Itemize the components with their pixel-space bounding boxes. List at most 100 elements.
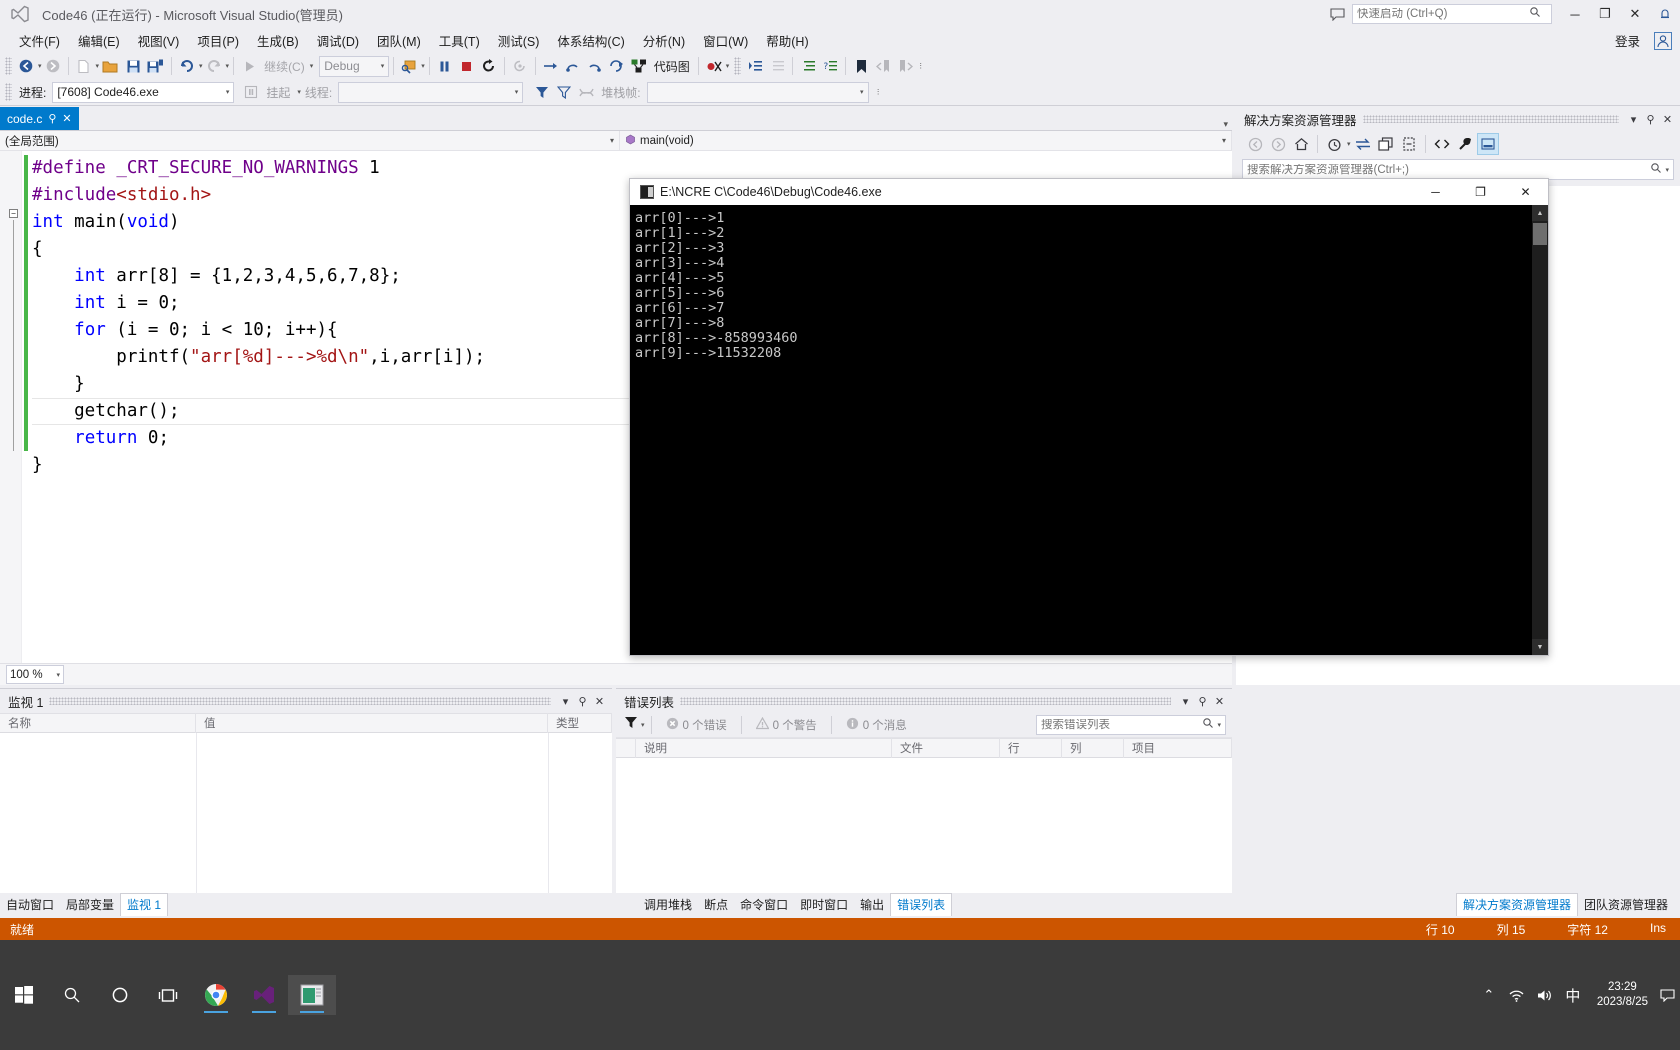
break-all-button[interactable] — [434, 55, 456, 77]
toolbar-grip-2[interactable] — [734, 57, 742, 75]
toggle-breakpoint-icon[interactable] — [703, 55, 725, 77]
restart-button[interactable] — [478, 55, 500, 77]
increase-indent-icon[interactable] — [744, 55, 766, 77]
menu-architecture[interactable]: 体系结构(C) — [548, 28, 633, 53]
tab-error-list[interactable]: 错误列表 — [890, 892, 953, 916]
stop-debugging-button[interactable] — [456, 55, 478, 77]
continue-dropdown-icon[interactable]: ▾ — [310, 62, 314, 70]
collapse-fold-icon[interactable]: − — [9, 209, 18, 218]
code-map-button[interactable]: 代码图 — [650, 55, 694, 77]
suspend-label[interactable]: 挂起 — [266, 84, 290, 101]
se-show-all-files-icon[interactable] — [1431, 133, 1453, 155]
stackframe-combo[interactable]: ▾ — [646, 81, 869, 103]
console-scroll-down-icon[interactable]: ▼ — [1532, 639, 1548, 655]
debug-toolbar-grip[interactable] — [5, 83, 12, 101]
minimize-button[interactable]: ─ — [1560, 0, 1590, 28]
quick-find-icon[interactable]: ? — [819, 55, 841, 77]
step-out-icon[interactable] — [584, 55, 606, 77]
error-column-project[interactable]: 项目 — [1124, 738, 1232, 758]
chrome-icon[interactable] — [192, 975, 240, 1015]
warning-count-item[interactable]: 0 个警告 — [748, 716, 825, 733]
menu-file[interactable]: 文件(F) — [10, 28, 69, 53]
format-document-icon[interactable] — [797, 55, 819, 77]
code-map-icon[interactable] — [628, 55, 650, 77]
save-button[interactable] — [122, 55, 144, 77]
error-column-line[interactable]: 行 — [1000, 738, 1062, 758]
attach-to-process-button[interactable] — [398, 55, 420, 77]
se-refresh-icon[interactable] — [1375, 133, 1397, 155]
tab-immediate-window[interactable]: 即时窗口 — [794, 893, 854, 916]
show-hidden-icons-chevron[interactable]: ⌃ — [1475, 975, 1503, 1015]
restore-button[interactable]: ❐ — [1590, 0, 1620, 28]
close-icon[interactable]: ✕ — [62, 112, 71, 125]
watch-pin-icon[interactable]: ⚲ — [574, 691, 591, 711]
error-column-file[interactable]: 文件 — [892, 738, 1000, 758]
toolbar-grip[interactable] — [5, 57, 12, 75]
console-minimize-button[interactable]: ─ — [1413, 179, 1458, 205]
tab-command-window[interactable]: 命令窗口 — [734, 893, 794, 916]
console-window[interactable]: E:\NCRE C\Code46\Debug\Code46.exe ─ ❐ ✕ … — [629, 178, 1549, 656]
error-close-icon[interactable]: ✕ — [1211, 691, 1228, 711]
step-back-icon[interactable] — [606, 55, 628, 77]
panel-close-icon[interactable]: ✕ — [1659, 109, 1676, 129]
error-grid-body[interactable] — [616, 758, 1232, 893]
solution-configuration-combo[interactable]: Debug ▾ — [319, 55, 390, 77]
task-view-icon[interactable] — [144, 975, 192, 1015]
menu-build[interactable]: 生成(B) — [248, 28, 308, 53]
filter-dropdown-icon[interactable]: ▾ — [641, 721, 645, 729]
console-scroll-up-icon[interactable]: ▲ — [1532, 205, 1548, 221]
se-home-icon[interactable] — [1290, 133, 1312, 155]
error-list-search-box[interactable]: ▾ — [1036, 715, 1226, 735]
close-button[interactable]: ✕ — [1620, 0, 1650, 28]
menu-team[interactable]: 团队(M) — [368, 28, 430, 53]
watch-column-value[interactable]: 值 — [196, 713, 548, 733]
console-body[interactable]: arr[0]--->1 arr[1]--->2 arr[2]--->3 arr[… — [630, 205, 1548, 655]
suspend-dropdown-icon[interactable]: ▾ — [297, 88, 301, 96]
se-sync-icon[interactable] — [1352, 133, 1374, 155]
menu-test[interactable]: 测试(S) — [489, 28, 549, 53]
speaker-icon[interactable] — [1531, 975, 1559, 1015]
thread-combo[interactable]: ▾ — [338, 81, 524, 103]
console-scrollbar-thumb[interactable] — [1533, 223, 1547, 245]
watch-column-name[interactable]: 名称 — [0, 713, 196, 733]
console-close-button[interactable]: ✕ — [1503, 179, 1548, 205]
step-over-icon[interactable] — [562, 55, 584, 77]
search-options-icon[interactable]: ▾ — [1665, 166, 1669, 174]
se-properties-icon[interactable] — [1454, 133, 1476, 155]
quick-launch-box[interactable] — [1352, 4, 1552, 24]
solution-explorer-search-box[interactable]: ▾ — [1242, 159, 1674, 180]
quick-launch-input[interactable] — [1357, 8, 1529, 20]
menu-help[interactable]: 帮助(H) — [757, 28, 817, 53]
watch-close-icon[interactable]: ✕ — [591, 691, 608, 711]
toolbar-overflow-icon[interactable]: ⋮ — [917, 62, 924, 70]
open-file-button[interactable] — [99, 55, 122, 77]
notification-bell-icon[interactable] — [1650, 0, 1680, 28]
menu-tools[interactable]: 工具(T) — [430, 28, 489, 53]
error-dropdown-icon[interactable]: ▾ — [1177, 691, 1194, 711]
feedback-icon[interactable] — [1322, 0, 1352, 28]
filter-icon[interactable] — [624, 716, 638, 734]
tab-team-explorer[interactable]: 团队资源管理器 — [1578, 893, 1674, 916]
debug-toolbar-overflow-icon[interactable]: ⋮ — [875, 88, 882, 96]
solution-explorer-search-input[interactable] — [1247, 163, 1651, 176]
search-options-icon[interactable]: ▾ — [1217, 721, 1221, 729]
navigate-backward-button[interactable] — [15, 55, 37, 77]
watch-grid-body[interactable] — [0, 733, 612, 893]
error-column-description[interactable]: 说明 — [636, 738, 892, 758]
tab-solution-explorer[interactable]: 解决方案资源管理器 — [1455, 892, 1578, 916]
tab-call-stack[interactable]: 调用堆栈 — [638, 893, 698, 916]
menu-project[interactable]: 项目(P) — [188, 28, 248, 53]
watch-column-type[interactable]: 类型 — [548, 713, 612, 733]
error-pin-icon[interactable]: ⚲ — [1194, 691, 1211, 711]
sign-in-link[interactable]: 登录 — [1615, 31, 1654, 50]
se-pending-dropdown-icon[interactable]: ▾ — [1347, 140, 1351, 148]
tab-output[interactable]: 输出 — [854, 893, 890, 916]
breakpoint-dropdown-icon[interactable]: ▾ — [726, 62, 730, 70]
se-preview-selected-items-icon[interactable] — [1476, 133, 1499, 155]
menu-view[interactable]: 视图(V) — [129, 28, 189, 53]
visual-studio-icon[interactable] — [240, 975, 288, 1015]
cortana-icon[interactable] — [96, 975, 144, 1015]
continue-button[interactable]: 继续(C) — [260, 55, 309, 77]
tabstrip-dropdown-icon[interactable]: ▾ — [1223, 119, 1232, 130]
member-combo[interactable]: main(void) ▾ — [620, 131, 1232, 150]
